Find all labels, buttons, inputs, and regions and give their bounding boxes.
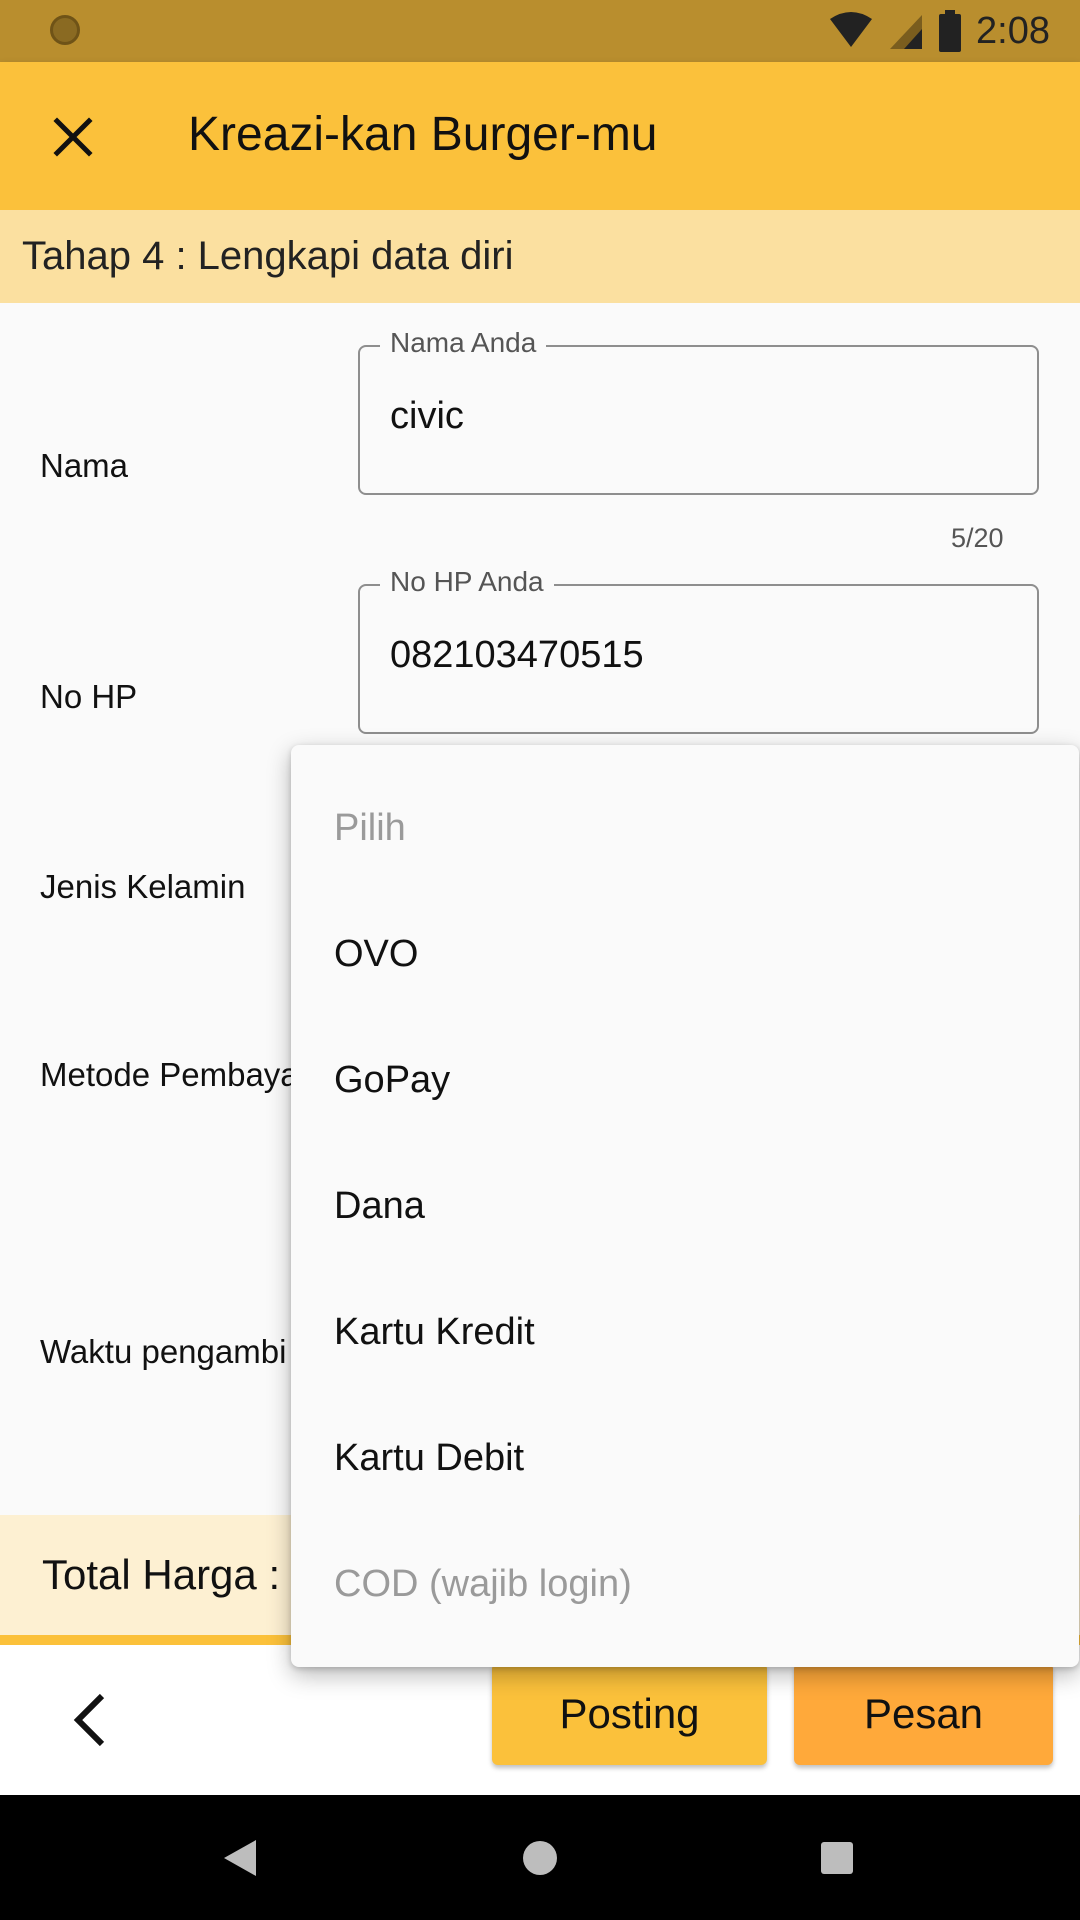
dropdown-option-debit-card[interactable]: Kartu Debit	[334, 1437, 524, 1480]
status-time: 2:08	[976, 9, 1050, 52]
dropdown-option-gopay[interactable]: GoPay	[334, 1059, 450, 1102]
status-icons: 2:08	[828, 10, 1050, 52]
total-price-label: Total Harga :	[42, 1551, 281, 1598]
dropdown-option-cod: COD (wajib login)	[334, 1563, 632, 1605]
phone-field[interactable]: No HP Anda 082103470515	[358, 566, 1039, 734]
back-button[interactable]	[60, 1685, 120, 1755]
order-button[interactable]: Pesan	[794, 1663, 1053, 1765]
circle-home-icon	[523, 1841, 557, 1875]
name-field-value: civic	[390, 395, 464, 437]
step-text: Tahap 4 : Lengkapi data diri	[22, 234, 514, 278]
phone-field-value: 082103470515	[390, 634, 644, 676]
triangle-back-icon	[224, 1840, 256, 1876]
battery-icon	[939, 10, 962, 52]
notification-icon	[50, 15, 80, 45]
signal-icon	[890, 15, 923, 49]
name-field[interactable]: Nama Anda civic	[358, 327, 1039, 495]
system-nav-bar	[0, 1795, 1080, 1920]
nav-back-button[interactable]	[215, 1833, 265, 1883]
phone-label: No HP	[40, 678, 138, 715]
nav-recents-button[interactable]	[812, 1833, 862, 1883]
wifi-icon	[830, 12, 873, 47]
square-recents-icon	[821, 1842, 853, 1874]
pickup-time-label: Waktu pengambi	[40, 1333, 287, 1370]
phone-field-legend: No HP Anda	[380, 566, 554, 598]
page-title: Kreazi-kan Burger-mu	[188, 108, 658, 161]
close-icon	[53, 117, 93, 157]
close-button[interactable]	[38, 102, 108, 172]
nav-home-button[interactable]	[515, 1833, 565, 1883]
status-bar: 2:08	[0, 0, 1080, 62]
payment-method-dropdown: Pilih OVO GoPay Dana Kartu Kredit Kartu …	[291, 745, 1079, 1667]
app-bar: Kreazi-kan Burger-mu	[0, 62, 1080, 210]
gender-label: Jenis Kelamin	[40, 868, 246, 905]
posting-button[interactable]: Posting	[492, 1663, 767, 1765]
chevron-left-icon	[73, 1693, 105, 1747]
dropdown-option-pilih: Pilih	[334, 807, 406, 849]
name-label: Nama	[40, 447, 129, 484]
bottom-action-bar: Posting Pesan	[0, 1645, 1080, 1795]
step-banner: Tahap 4 : Lengkapi data diri	[0, 210, 1080, 303]
dropdown-option-ovo[interactable]: OVO	[334, 933, 418, 976]
payment-method-label: Metode Pembaya	[40, 1056, 299, 1093]
name-field-legend: Nama Anda	[380, 327, 547, 359]
dropdown-option-dana[interactable]: Dana	[334, 1185, 425, 1228]
name-char-counter: 5/20	[951, 523, 1004, 553]
dropdown-option-credit-card[interactable]: Kartu Kredit	[334, 1311, 535, 1354]
